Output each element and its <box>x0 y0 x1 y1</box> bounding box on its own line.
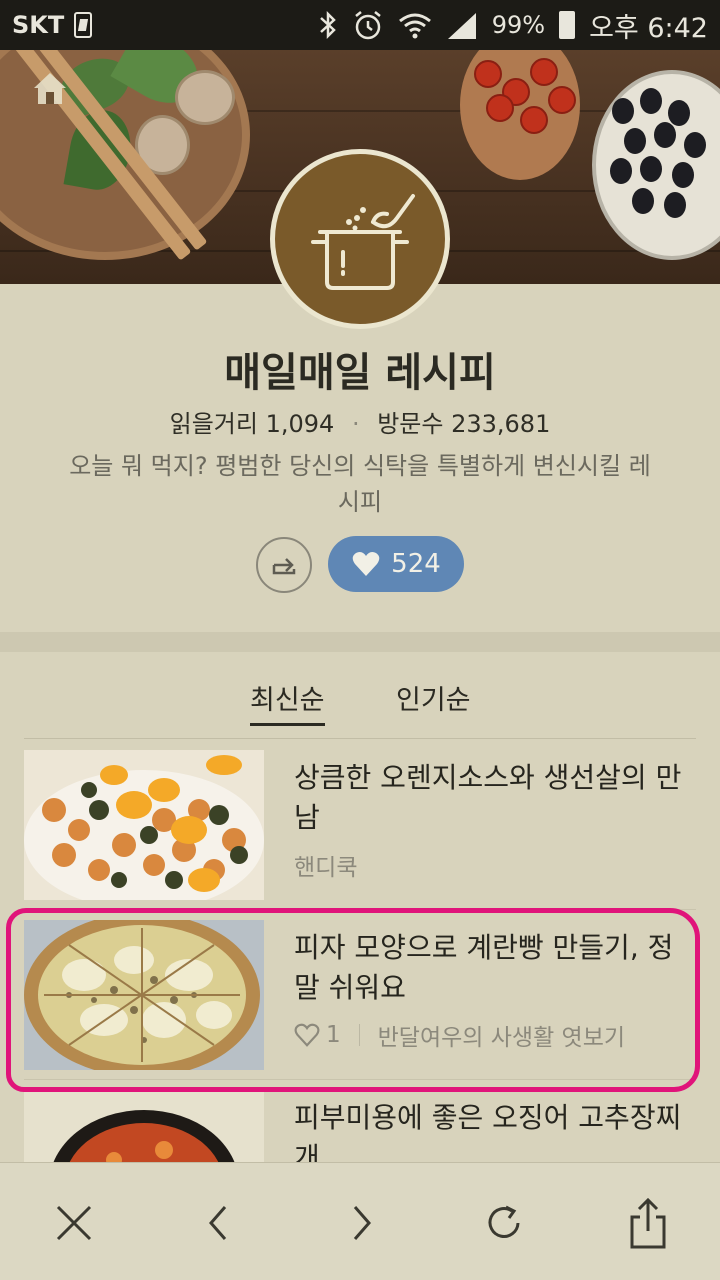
stats-visits: 방문수 233,681 <box>377 410 551 438</box>
blog-title: 매일매일 레시피 <box>224 350 496 396</box>
clock: 오후 6:42 <box>589 12 708 44</box>
sim-icon <box>74 12 93 38</box>
refresh-button[interactable] <box>474 1193 534 1253</box>
blog-logo <box>270 149 450 329</box>
stats-reads: 읽을거리 1,094 <box>169 410 335 438</box>
blog-stats: 읽을거리 1,094 · 방문수 233,681 <box>0 404 720 439</box>
sort-tabs: 최신순 인기순 <box>0 670 720 730</box>
refresh-icon <box>488 1205 520 1238</box>
back-icon <box>209 1206 227 1240</box>
status-bar: SKT 99% 오후 6:42 <box>0 0 720 50</box>
share-icon <box>630 1197 666 1249</box>
like-button[interactable]: 524 <box>328 536 464 592</box>
like-count: 524 <box>391 549 441 579</box>
post-author: 핸디쿡 <box>294 855 358 881</box>
alarm-icon <box>354 11 381 40</box>
forward-button[interactable] <box>332 1193 392 1253</box>
share-blog-button[interactable] <box>256 537 312 593</box>
stats-separator: · <box>351 410 360 438</box>
home-icon[interactable] <box>32 70 68 106</box>
signal-icon <box>447 13 476 39</box>
share-button[interactable] <box>618 1193 678 1253</box>
carrier-label: SKT <box>12 11 65 39</box>
battery-percent: 99% <box>491 11 546 39</box>
section-divider <box>0 632 720 652</box>
tabs-underline <box>24 738 696 739</box>
tab-popular[interactable]: 인기순 <box>396 678 471 717</box>
blog-description: 오늘 뭐 먹지? 평범한 당신의 식탁을 특별하게 변신시킬 레시피 <box>69 452 651 516</box>
close-button[interactable] <box>44 1193 104 1253</box>
back-button[interactable] <box>188 1193 248 1253</box>
heart-icon <box>352 552 380 576</box>
highlight-annotation <box>6 908 700 1092</box>
post-thumbnail <box>24 750 264 900</box>
battery-icon <box>559 11 576 39</box>
post-title: 상큼한 오렌지소스와 생선살의 만남 <box>294 761 682 834</box>
pot-logo-icon <box>311 194 415 290</box>
forward-icon <box>353 1206 371 1240</box>
share-arrow-icon <box>272 558 296 575</box>
browser-toolbar <box>0 1162 720 1280</box>
tab-latest[interactable]: 최신순 <box>250 678 325 726</box>
post-meta: 핸디쿡 <box>294 848 357 882</box>
close-icon <box>56 1205 92 1241</box>
bluetooth-icon <box>319 10 336 40</box>
list-item[interactable]: 상큼한 오렌지소스와 생선살의 만남 핸디쿡 <box>24 740 696 910</box>
wifi-icon <box>398 13 431 39</box>
